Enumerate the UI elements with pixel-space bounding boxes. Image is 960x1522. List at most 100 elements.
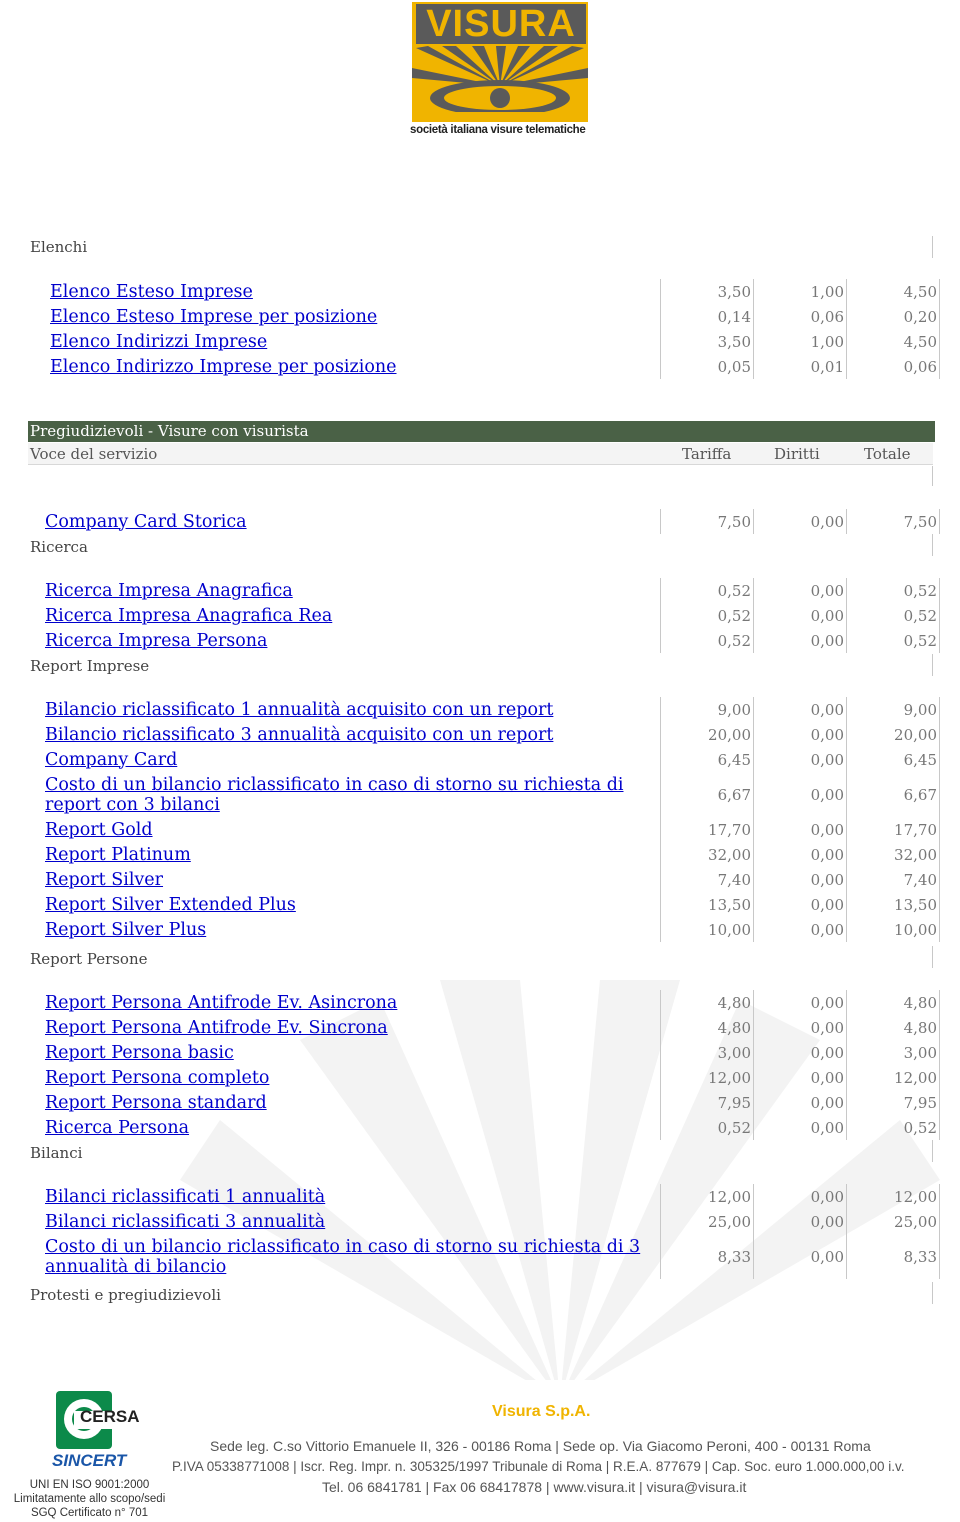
service-link[interactable]: Bilancio riclassificato 3 annualità acqu…	[45, 725, 553, 745]
service-name-cell: Report Silver	[45, 867, 661, 892]
tariffa-cell: 12,00	[660, 1184, 754, 1209]
diritti-cell: 0,00	[753, 990, 847, 1015]
diritti-cell: 0,00	[753, 1115, 847, 1140]
report-imprese-heading: Report Imprese	[30, 657, 150, 675]
totale-cell: 12,00	[846, 1065, 940, 1090]
diritti-cell: 0,00	[753, 892, 847, 917]
totale-cell: 9,00	[846, 697, 940, 722]
diritti-cell: 0,00	[753, 817, 847, 842]
service-link[interactable]: Ricerca Persona	[45, 1118, 189, 1138]
diritti-cell: 0,00	[753, 603, 847, 628]
diritti-cell: 0,00	[753, 722, 847, 747]
service-link[interactable]: Costo di un bilancio riclassificato in c…	[45, 1237, 640, 1277]
cersa-brand: CERSA	[80, 1407, 140, 1426]
service-link[interactable]: Costo di un bilancio riclassificato in c…	[45, 775, 624, 815]
service-name-cell: Bilancio riclassificato 1 annualità acqu…	[45, 697, 661, 722]
totale-cell: 7,50	[846, 509, 940, 534]
price-row: Ricerca Impresa Anagrafica Rea 0,52 0,00 0,…	[45, 603, 940, 628]
totale-cell: 8,33	[846, 1234, 940, 1279]
price-row: Elenco Indirizzo Imprese per posizione 0,…	[50, 354, 940, 379]
totale-cell: 6,45	[846, 747, 940, 772]
logo-sun-eye-icon	[412, 46, 588, 122]
totale-cell: 0,52	[846, 1115, 940, 1140]
price-row: Bilancio riclassificato 3 annualità acqu…	[45, 722, 940, 747]
logo-tagline: società italiana visure telematiche	[410, 124, 586, 136]
service-link[interactable]: Report Silver Extended Plus	[45, 895, 296, 915]
service-name-cell: Company Card	[45, 747, 661, 772]
report-persone-heading: Report Persone	[30, 950, 148, 968]
service-link[interactable]: Elenco Esteso Imprese	[50, 282, 253, 302]
diritti-cell: 0,01	[753, 354, 847, 379]
service-name-cell: Bilanci riclassificati 1 annualità	[45, 1184, 661, 1209]
price-row: Costo di un bilancio riclassificato in c…	[45, 1234, 940, 1279]
service-name-cell: Report Platinum	[45, 842, 661, 867]
totale-cell: 12,00	[846, 1184, 940, 1209]
price-row: Bilanci riclassificati 1 annualità 12,00 0…	[45, 1184, 940, 1209]
service-link[interactable]: Company Card Storica	[45, 512, 247, 532]
price-row: Report Silver Plus 10,00 0,00 10,00	[45, 917, 940, 942]
tariffa-cell: 20,00	[660, 722, 754, 747]
bilanci-heading: Bilanci	[30, 1144, 83, 1162]
logo-wordmark: VISURA	[416, 4, 586, 44]
price-row: Report Persona standard 7,95 0,00 7,95	[45, 1090, 940, 1115]
totale-cell: 0,20	[846, 304, 940, 329]
tariffa-cell: 0,52	[660, 628, 754, 653]
price-row: Bilanci riclassificati 3 annualità 25,00 0…	[45, 1209, 940, 1234]
service-link[interactable]: Report Silver Plus	[45, 920, 206, 940]
column-divider	[932, 534, 933, 556]
service-link[interactable]: Report Platinum	[45, 845, 191, 865]
service-link[interactable]: Report Persona Antifrode Ev. Sincrona	[45, 1018, 388, 1038]
tariffa-cell: 3,50	[660, 329, 754, 354]
price-row: Ricerca Impresa Persona 0,52 0,00 0,52	[45, 628, 940, 653]
price-row: Ricerca Impresa Anagrafica 0,52 0,00 0,52	[45, 578, 940, 603]
service-name-cell: Report Persona Antifrode Ev. Sincrona	[45, 1015, 661, 1040]
service-link[interactable]: Elenco Esteso Imprese per posizione	[50, 307, 377, 327]
totale-cell: 10,00	[846, 917, 940, 942]
totale-cell: 4,80	[846, 990, 940, 1015]
service-name-cell: Ricerca Impresa Anagrafica Rea	[45, 603, 661, 628]
col-diritti: Diritti	[774, 445, 820, 463]
report-persone-table: Report Persona Antifrode Ev. Asincrona 4,…	[45, 990, 940, 1140]
service-link[interactable]: Ricerca Impresa Anagrafica Rea	[45, 606, 332, 626]
price-row: Bilancio riclassificato 1 annualità acqu…	[45, 697, 940, 722]
diritti-cell: 0,00	[753, 1040, 847, 1065]
service-link[interactable]: Report Persona Antifrode Ev. Asincrona	[45, 993, 397, 1013]
service-link[interactable]: Report Persona basic	[45, 1043, 234, 1063]
diritti-cell: 0,00	[753, 1090, 847, 1115]
service-name-cell: Report Persona standard	[45, 1090, 661, 1115]
price-row: Elenco Indirizzi Imprese 3,50 1,00 4,50	[50, 329, 940, 354]
footer-address: Sede leg. C.so Vittorio Emanuele II, 326…	[210, 1438, 871, 1454]
col-tariffa: Tariffa	[682, 445, 732, 463]
service-link[interactable]: Bilanci riclassificati 3 annualità	[45, 1212, 325, 1232]
service-name-cell: Report Silver Extended Plus	[45, 892, 661, 917]
diritti-cell: 0,00	[753, 1234, 847, 1279]
tariffa-cell: 8,33	[660, 1234, 754, 1279]
service-name-cell: Bilanci riclassificati 3 annualità	[45, 1209, 661, 1234]
tariffa-cell: 0,52	[660, 603, 754, 628]
totale-cell: 0,52	[846, 628, 940, 653]
service-name-cell: Costo di un bilancio riclassificato in c…	[45, 1234, 661, 1279]
service-link[interactable]: Report Silver	[45, 870, 163, 890]
totale-cell: 20,00	[846, 722, 940, 747]
totale-cell: 0,52	[846, 603, 940, 628]
service-link[interactable]: Bilancio riclassificato 1 annualità acqu…	[45, 700, 553, 720]
service-name-cell: Ricerca Impresa Anagrafica	[45, 578, 661, 603]
service-link[interactable]: Report Persona completo	[45, 1068, 269, 1088]
tariffa-cell: 17,70	[660, 817, 754, 842]
diritti-cell: 0,00	[753, 1065, 847, 1090]
price-row: Report Persona completo 12,00 0,00 12,00	[45, 1065, 940, 1090]
service-link[interactable]: Report Persona standard	[45, 1093, 267, 1113]
service-link[interactable]: Ricerca Impresa Anagrafica	[45, 581, 293, 601]
service-name-cell: Elenco Esteso Imprese per posizione	[50, 304, 661, 329]
tariffa-cell: 13,50	[660, 892, 754, 917]
totale-cell: 32,00	[846, 842, 940, 867]
service-link[interactable]: Ricerca Impresa Persona	[45, 631, 267, 651]
service-link[interactable]: Company Card	[45, 750, 177, 770]
totale-cell: 4,80	[846, 1015, 940, 1040]
service-link[interactable]: Bilanci riclassificati 1 annualità	[45, 1187, 325, 1207]
ricerca-table: Ricerca Impresa Anagrafica 0,52 0,00 0,52 Ri…	[45, 578, 940, 653]
service-link[interactable]: Report Gold	[45, 820, 153, 840]
service-link[interactable]: Elenco Indirizzi Imprese	[50, 332, 267, 352]
service-link[interactable]: Elenco Indirizzo Imprese per posizione	[50, 357, 397, 377]
price-row: Report Persona basic 3,00 0,00 3,00	[45, 1040, 940, 1065]
